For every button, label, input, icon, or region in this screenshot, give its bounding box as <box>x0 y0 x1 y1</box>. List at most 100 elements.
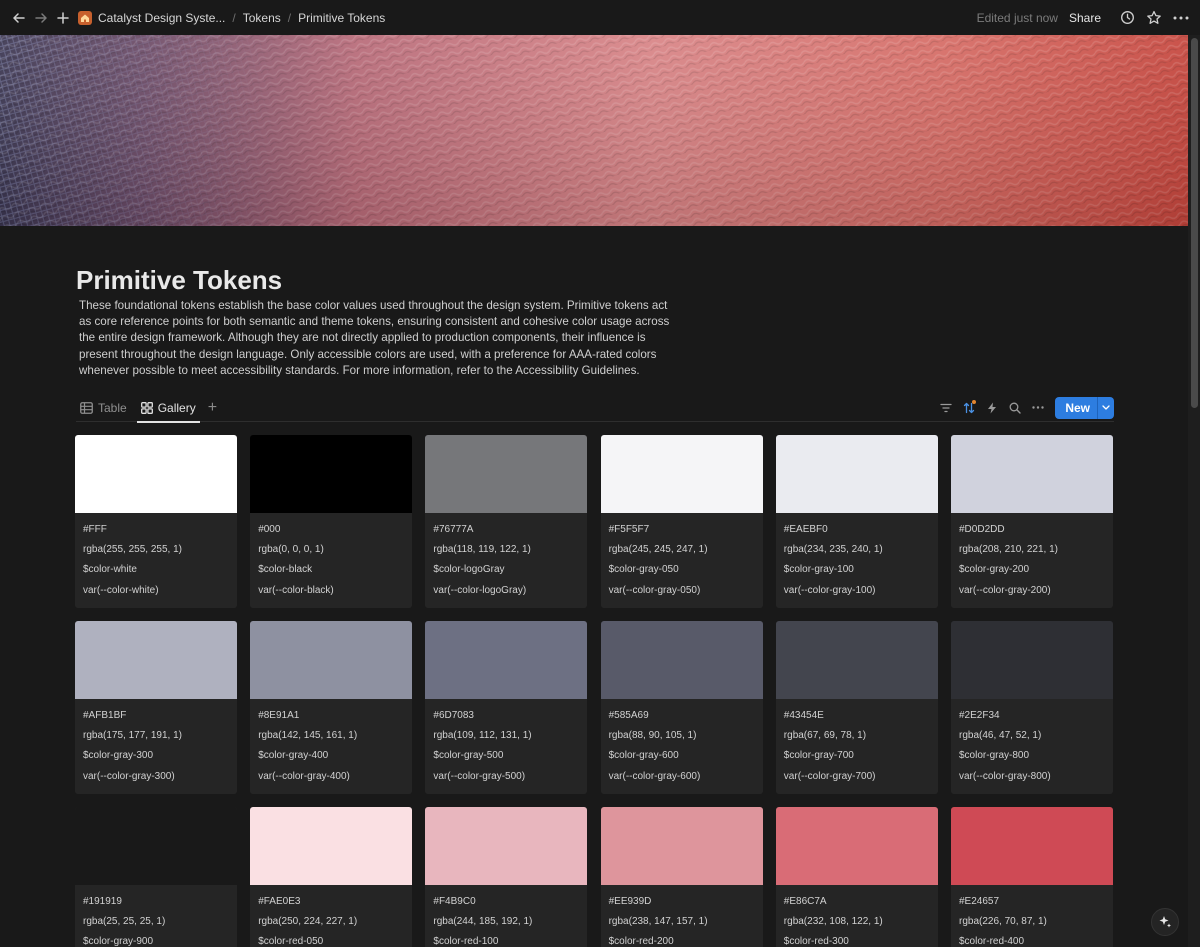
token-card[interactable]: #F4B9C0 rgba(244, 185, 192, 1) $color-red-… <box>425 807 588 947</box>
token-card[interactable]: #E24657 rgba(226, 70, 87, 1) $color-red-40… <box>951 807 1113 947</box>
token-meta: #585A69 rgba(88, 90, 105, 1) $color-gray-6… <box>601 699 763 790</box>
cover-image[interactable] <box>0 35 1188 226</box>
breadcrumb-separator: / <box>287 10 292 25</box>
tab-gallery-label: Gallery <box>157 400 196 415</box>
token-card[interactable]: #2E2F34 rgba(46, 47, 52, 1) $color-gray-80… <box>951 621 1113 794</box>
new-button-label[interactable]: New <box>1055 397 1097 419</box>
token-rgba: rgba(250, 224, 227, 1) <box>258 916 358 928</box>
token-scss-var: $color-red-400 <box>959 936 1025 947</box>
token-rgba: rgba(245, 245, 247, 1) <box>608 544 708 556</box>
back-arrow-icon[interactable] <box>8 7 30 29</box>
token-css-var: var(--color-gray-500) <box>433 770 526 782</box>
token-css-var: var(--color-gray-600) <box>608 770 701 782</box>
token-css-var: var(--color-gray-700) <box>783 770 876 782</box>
token-rgba: rgba(232, 108, 122, 1) <box>783 916 883 928</box>
token-css-var: var(--color-gray-050) <box>608 584 701 596</box>
token-meta: #D0D2DD rgba(208, 210, 221, 1) $color-gray… <box>951 513 1113 604</box>
token-hex: #8E91A1 <box>258 710 300 721</box>
token-meta: #76777A rgba(118, 119, 122, 1) $color-logo… <box>425 513 587 604</box>
token-css-var: var(--color-gray-200) <box>959 584 1051 596</box>
token-card[interactable]: #FFF rgba(255, 255, 255, 1) $color-white va… <box>75 435 237 608</box>
token-rgba: rgba(67, 69, 78, 1) <box>783 730 867 742</box>
token-rgba: rgba(25, 25, 25, 1) <box>83 916 166 928</box>
token-meta: #6D7083 rgba(109, 112, 131, 1) $color-gray… <box>425 699 587 790</box>
token-card[interactable]: #E86C7A rgba(232, 108, 122, 1) $color-red-… <box>775 807 938 947</box>
token-scss-var: $color-red-300 <box>783 936 849 947</box>
token-meta: #FAE0E3 rgba(250, 224, 227, 1) $color-red-… <box>250 885 412 947</box>
token-hex: #76777A <box>433 524 474 535</box>
token-scss-var: $color-gray-700 <box>783 750 854 762</box>
star-icon[interactable] <box>1143 7 1165 29</box>
token-card[interactable]: #43454E rgba(67, 69, 78, 1) $color-gray-70… <box>775 621 938 794</box>
token-rgba: rgba(255, 255, 255, 1) <box>83 544 182 556</box>
token-css-var: var(--color-gray-100) <box>783 584 876 596</box>
token-meta: #F4B9C0 rgba(244, 185, 192, 1) $color-red-… <box>425 885 587 947</box>
breadcrumb-tokens[interactable]: Tokens <box>243 11 281 25</box>
share-button[interactable]: Share <box>1069 11 1101 25</box>
token-rgba: rgba(109, 112, 131, 1) <box>433 730 532 742</box>
token-card[interactable]: #8E91A1 rgba(142, 145, 161, 1) $color-gray… <box>250 621 413 794</box>
filter-icon[interactable] <box>934 397 957 419</box>
token-hex: #FFF <box>83 524 107 535</box>
view-tabs-bar: Table Gallery + New <box>76 394 1114 423</box>
breadcrumb-page[interactable]: Primitive Tokens <box>298 11 385 25</box>
more-options-icon[interactable] <box>1026 397 1049 419</box>
token-rgba: rgba(46, 47, 52, 1) <box>959 730 1042 742</box>
token-meta: #E24657 rgba(226, 70, 87, 1) $color-red-40… <box>951 885 1113 947</box>
clock-history-icon[interactable] <box>1116 7 1138 29</box>
token-scss-var: $color-red-100 <box>433 936 499 947</box>
token-scss-var: $color-red-200 <box>608 936 674 947</box>
chevron-down-icon[interactable] <box>1097 396 1114 419</box>
token-card[interactable]: #FAE0E3 rgba(250, 224, 227, 1) $color-red-… <box>250 807 413 947</box>
token-scss-var: $color-gray-600 <box>608 750 679 762</box>
token-hex: #2E2F34 <box>959 710 1000 721</box>
ai-sparkle-icon[interactable] <box>1151 908 1179 936</box>
token-rgba: rgba(175, 177, 191, 1) <box>83 730 182 742</box>
token-card[interactable]: #6D7083 rgba(109, 112, 131, 1) $color-gray… <box>425 621 588 794</box>
token-card[interactable]: #AFB1BF rgba(175, 177, 191, 1) $color-gray… <box>75 621 237 794</box>
token-scss-var: $color-white <box>83 564 137 576</box>
token-meta: #E86C7A rgba(232, 108, 122, 1) $color-red-… <box>776 885 938 947</box>
token-scss-var: $color-red-050 <box>258 936 324 947</box>
token-css-var: var(--color-gray-300) <box>83 770 175 782</box>
token-hex: #FAE0E3 <box>258 896 301 907</box>
token-meta: #AFB1BF rgba(175, 177, 191, 1) $color-gray… <box>75 699 237 790</box>
tab-table[interactable]: Table <box>76 394 131 422</box>
color-swatch <box>951 807 1113 885</box>
new-button[interactable]: New <box>1055 396 1114 419</box>
scrollbar-thumb[interactable] <box>1191 38 1198 408</box>
automation-lightning-icon[interactable] <box>980 397 1003 419</box>
token-card[interactable]: #D0D2DD rgba(208, 210, 221, 1) $color-gray… <box>951 435 1113 608</box>
page-title: Primitive Tokens <box>76 265 283 295</box>
token-rgba: rgba(88, 90, 105, 1) <box>608 730 697 742</box>
token-card[interactable]: #585A69 rgba(88, 90, 105, 1) $color-gray-6… <box>600 621 763 794</box>
token-card[interactable]: #EAEBF0 rgba(234, 235, 240, 1) $color-gray… <box>775 435 938 608</box>
color-swatch <box>775 621 938 699</box>
plus-icon[interactable] <box>52 7 74 29</box>
token-scss-var: $color-logoGray <box>433 564 505 576</box>
token-hex: #43454E <box>783 710 824 721</box>
token-scss-var: $color-gray-100 <box>783 564 854 576</box>
color-swatch <box>951 435 1113 513</box>
token-scss-var: $color-gray-050 <box>608 564 679 576</box>
tab-gallery[interactable]: Gallery <box>136 394 200 423</box>
token-card[interactable]: #F5F5F7 rgba(245, 245, 247, 1) $color-gray… <box>600 435 763 608</box>
token-card[interactable]: #191919 rgba(25, 25, 25, 1) $color-gray-90… <box>75 807 237 947</box>
more-options-icon[interactable] <box>1170 7 1192 29</box>
token-card[interactable]: #76777A rgba(118, 119, 122, 1) $color-logo… <box>425 435 588 608</box>
token-rgba: rgba(208, 210, 221, 1) <box>959 544 1058 556</box>
token-hex: #E24657 <box>959 896 1000 907</box>
breadcrumb-workspace[interactable]: Catalyst Design Syste... <box>98 11 225 25</box>
token-scss-var: $color-gray-800 <box>959 750 1030 762</box>
table-icon <box>80 401 93 414</box>
search-icon[interactable] <box>1003 397 1026 419</box>
token-hex: #000 <box>258 524 281 535</box>
sort-icon[interactable] <box>957 397 980 419</box>
color-swatch <box>775 435 938 513</box>
token-css-var: var(--color-black) <box>258 584 334 596</box>
add-view-plus-icon[interactable]: + <box>208 399 217 417</box>
forward-arrow-icon[interactable] <box>30 7 52 29</box>
token-card[interactable]: #000 rgba(0, 0, 0, 1) $color-black var(--co… <box>250 435 413 608</box>
token-card[interactable]: #EE939D rgba(238, 147, 157, 1) $color-red-… <box>600 807 763 947</box>
token-hex: #F5F5F7 <box>608 524 650 535</box>
